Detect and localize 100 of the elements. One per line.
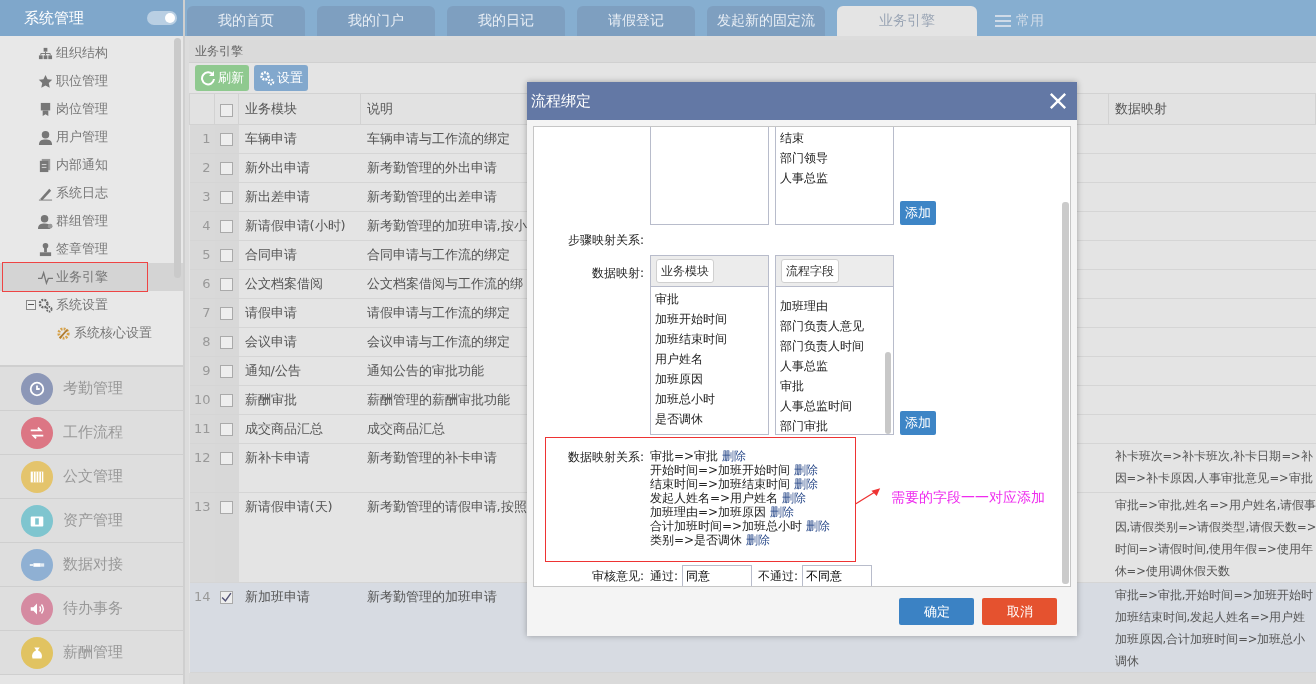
row-number: 12 [189, 443, 215, 493]
tree-item[interactable]: 组织结构 [0, 39, 183, 67]
stamp-icon [38, 241, 53, 257]
checkbox[interactable] [219, 365, 233, 378]
input-field[interactable]: 不同意 [802, 565, 873, 586]
scrollbar-thumb[interactable] [1062, 202, 1069, 584]
list-box[interactable] [650, 127, 769, 225]
arrow-icon [855, 487, 881, 505]
table-cell: 成交商品汇总 [238, 414, 361, 444]
tree-item[interactable]: 岗位管理 [0, 95, 183, 123]
panel-title: 业务引擎 [195, 42, 243, 60]
mapping-text: 补卡班次=>补卡班次,补卡日期=>补 [1114, 448, 1314, 465]
checkbox[interactable] [219, 501, 233, 514]
delete-link[interactable]: 删除 [794, 463, 819, 477]
delete-link[interactable]: 删除 [782, 491, 807, 505]
row-number: 13 [189, 492, 215, 583]
field-label: 不通过: [758, 567, 799, 585]
dialog-title: 流程绑定 [531, 91, 591, 111]
checkbox[interactable] [219, 133, 233, 146]
delete-link[interactable]: 删除 [806, 519, 831, 533]
checkbox[interactable] [219, 394, 233, 407]
row-number: 3 [189, 182, 215, 212]
mapping-text: 发起人姓名=>用户姓名 [650, 491, 779, 505]
table-cell: 车辆申请 [238, 124, 361, 154]
checkbox[interactable] [219, 336, 233, 349]
checkbox[interactable] [220, 103, 233, 117]
tree-item[interactable]: 业务引擎 [0, 263, 183, 291]
column-header[interactable]: 业务模块 [238, 93, 361, 125]
table-cell: 新外出申请 [238, 153, 361, 183]
column-header[interactable]: 数据映射 [1108, 93, 1316, 125]
list-item[interactable]: 加班结束时间 [651, 329, 768, 349]
table-cell: 新请假申请(小时) [238, 211, 361, 241]
list-item[interactable]: 人事总监 [776, 356, 893, 376]
add-button[interactable]: 添加 [900, 201, 936, 225]
toggle-switch[interactable] [147, 11, 177, 25]
list-item[interactable]: 加班总小时 [651, 389, 768, 409]
sidebar-title: 系统管理 [24, 8, 84, 28]
delete-link[interactable]: 删除 [794, 477, 819, 491]
mapping-text: 开始时间=>加班开始时间 [650, 463, 791, 477]
checkbox[interactable] [219, 591, 233, 604]
hierarchy-icon [38, 45, 53, 61]
list-box[interactable]: 结束 部门领导 人事总监 [775, 127, 894, 225]
row-number: 10 [189, 385, 215, 415]
gears-icon [259, 70, 275, 86]
list-item[interactable]: 加班开始时间 [651, 309, 768, 329]
tree-item[interactable]: 系统设置 [0, 291, 183, 319]
list-item[interactable]: 加班理由 [776, 296, 893, 316]
delete-link[interactable]: 删除 [746, 533, 771, 547]
scrollbar[interactable] [174, 38, 181, 278]
list-header-button[interactable]: 流程字段 [781, 259, 839, 283]
tree-item[interactable]: 用户管理 [0, 123, 183, 151]
list-item[interactable]: 结束 [776, 128, 893, 148]
checkbox[interactable] [219, 452, 233, 465]
table-cell: 合同申请 [238, 240, 361, 270]
tree-item[interactable]: 内部通知 [0, 151, 183, 179]
pulse-icon [38, 269, 53, 285]
delete-link[interactable]: 删除 [722, 449, 747, 463]
row-number: 9 [189, 356, 215, 386]
mapping-text: 加班结束时间,发起人姓名=>用户姓 [1114, 609, 1307, 626]
add-button[interactable]: 添加 [900, 411, 936, 435]
user-group-icon [38, 213, 53, 229]
row-number: 6 [189, 269, 215, 299]
mapping-text: 加班原因,合计加班时间=>加班总小 [1114, 631, 1307, 648]
collapse-icon[interactable] [26, 300, 36, 310]
confirm-button[interactable]: 确定 [899, 598, 974, 625]
table-cell: 通知/公告 [238, 356, 361, 386]
checkbox[interactable] [219, 220, 233, 233]
mapping-text: 因=>补卡原因,人事审批意见=>审批 [1114, 470, 1314, 487]
field-label: 审核意见: [591, 568, 644, 583]
mapping-text: 合计加班时间=>加班总小时 [650, 519, 803, 533]
list-item[interactable]: 部门审批 [776, 416, 893, 434]
table-cell: 新出差申请 [238, 182, 361, 212]
input-field[interactable]: 同意 [682, 565, 753, 586]
delete-link[interactable]: 删除 [770, 505, 795, 519]
checkbox[interactable] [219, 191, 233, 204]
tree-item[interactable]: 职位管理 [0, 67, 183, 95]
mapping-text: 审批=>审批 [650, 449, 719, 463]
checkbox[interactable] [219, 423, 233, 436]
gear-icon [56, 325, 71, 341]
checkbox[interactable] [219, 162, 233, 175]
checkbox[interactable] [219, 278, 233, 291]
menu-icon [995, 14, 1011, 28]
checkbox[interactable] [219, 307, 233, 320]
scrollbar-thumb[interactable] [885, 352, 891, 434]
tree-item[interactable]: 群组管理 [0, 207, 183, 235]
cancel-button[interactable]: 取消 [982, 598, 1057, 625]
field-label: 数据映射关系: [567, 450, 644, 464]
list-item[interactable]: 人事总监时间 [776, 396, 893, 416]
close-icon[interactable] [1049, 92, 1067, 110]
row-number: 7 [189, 298, 215, 328]
field-label: 通过: [650, 567, 679, 585]
list-item[interactable]: 部门负责人时间 [776, 336, 893, 356]
mapping-text: 加班理由=>加班原因 [650, 505, 767, 519]
tree-item[interactable]: 系统核心设置 [0, 319, 183, 347]
checkbox[interactable] [219, 249, 233, 262]
tree-item[interactable]: 系统日志 [0, 179, 183, 207]
tree-item[interactable]: 签章管理 [0, 235, 183, 263]
mapping-text: 时间=>请假时间,使用年假=>使用年 [1114, 541, 1314, 558]
list-header-button[interactable]: 业务模块 [656, 259, 714, 283]
star-icon [38, 73, 53, 89]
